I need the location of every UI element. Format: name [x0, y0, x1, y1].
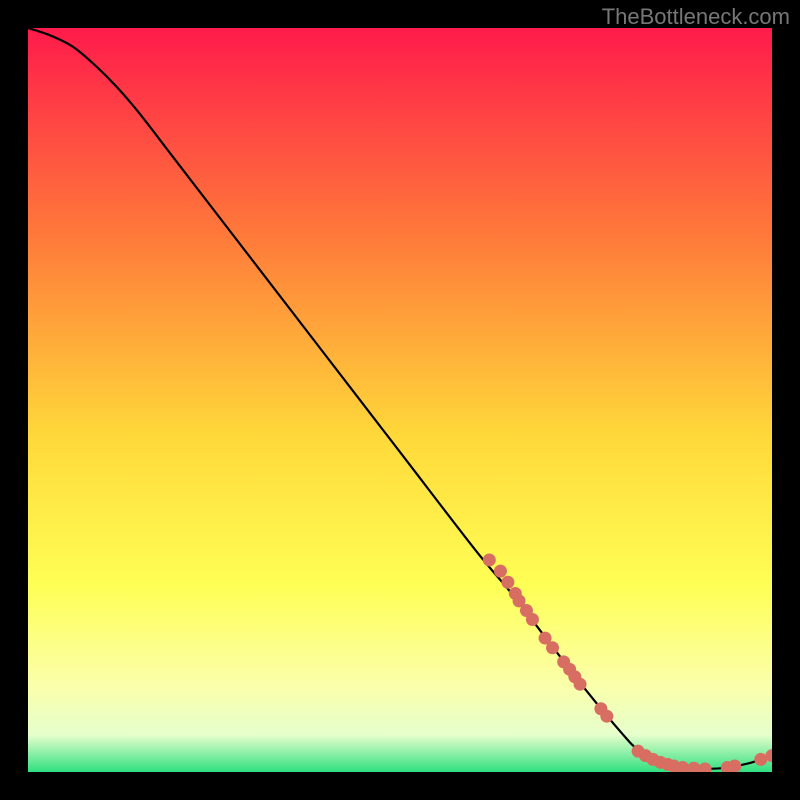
marker-point: [754, 753, 767, 766]
marker-point: [483, 553, 496, 566]
chart-frame: TheBottleneck.com: [0, 0, 800, 800]
plot-area: [28, 28, 772, 772]
marker-point: [501, 576, 514, 589]
marker-point: [600, 710, 613, 723]
marker-point: [494, 565, 507, 578]
marker-point: [526, 613, 539, 626]
marker-point: [546, 641, 559, 654]
marker-point: [574, 678, 587, 691]
marker-point: [728, 760, 741, 772]
chart-svg: [28, 28, 772, 772]
gradient-background: [28, 28, 772, 772]
attribution-text: TheBottleneck.com: [602, 4, 790, 30]
